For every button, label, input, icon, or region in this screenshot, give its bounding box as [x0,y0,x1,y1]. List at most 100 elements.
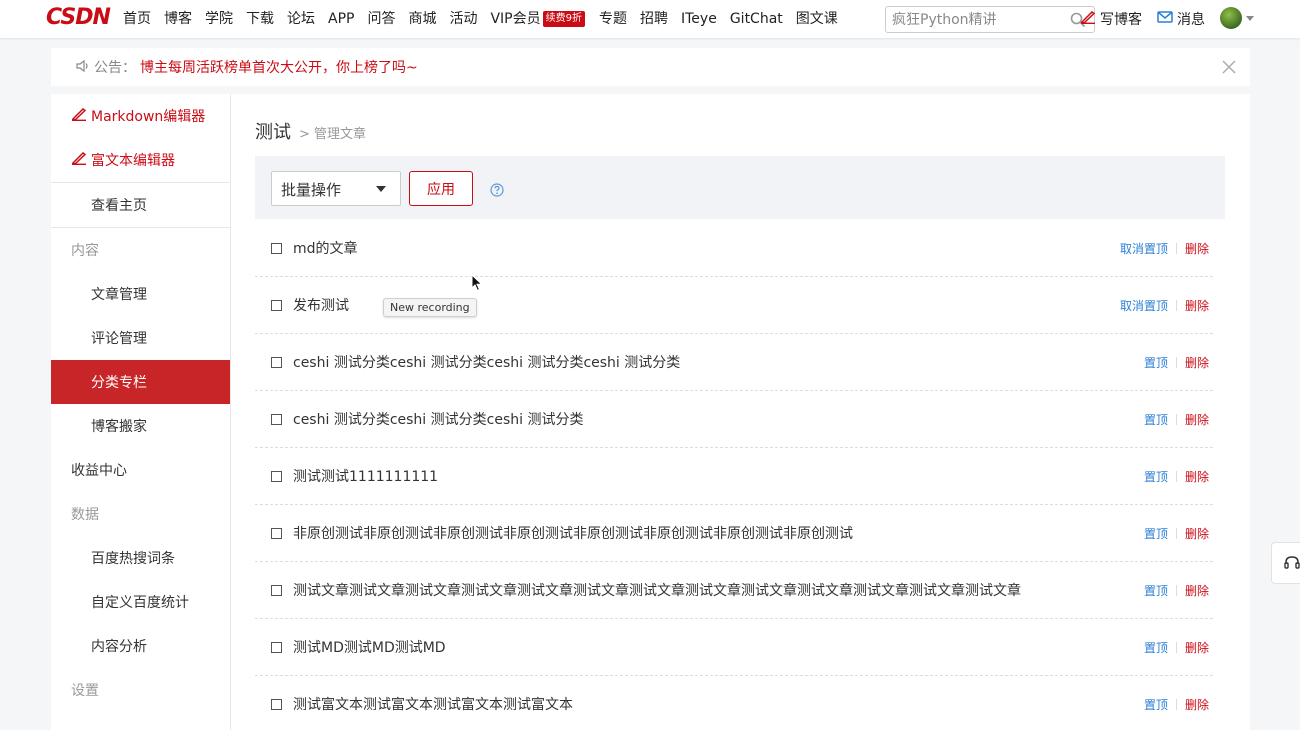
nav-link-iteye[interactable]: ITeye [681,0,717,38]
announcement-link[interactable]: 博主每周活跃榜单首次大公开，你上榜了吗~ [140,57,418,77]
unpin-link[interactable]: 取消置顶 [1120,297,1168,314]
sidebar-item-income[interactable]: 收益中心 [51,448,230,492]
vip-badge: 续费9折 [542,11,585,27]
sidebar-item-view-home[interactable]: 查看主页 [51,183,230,227]
pen-icon [71,151,91,169]
floating-service-button[interactable] [1271,542,1300,584]
nav-link-jobs[interactable]: 招聘 [640,0,668,38]
nav-link-download[interactable]: 下载 [246,0,274,38]
sidebar-item-categories[interactable]: 分类专栏 [51,360,230,404]
delete-link[interactable]: 删除 [1185,468,1209,485]
delete-link[interactable]: 删除 [1185,639,1209,656]
row-checkbox[interactable] [271,527,282,539]
table-row: md的文章 取消置顶 删除 [255,220,1213,277]
nav-link-qa[interactable]: 问答 [367,0,395,38]
messages-label: 消息 [1177,12,1205,28]
sidebar-item-markdown-editor[interactable]: Markdown编辑器 [51,94,230,138]
close-icon[interactable] [1222,59,1236,78]
row-checkbox[interactable] [271,413,282,425]
pin-link[interactable]: 置顶 [1144,468,1168,485]
nav-link-mall[interactable]: 商城 [408,0,436,38]
unpin-link[interactable]: 取消置顶 [1120,240,1168,257]
search-box [885,6,1095,33]
nav-link-app[interactable]: APP [328,0,354,38]
delete-link[interactable]: 删除 [1185,411,1209,428]
bulk-action-select[interactable]: 批量操作 [271,171,401,206]
sidebar-item-richtext-editor[interactable]: 富文本编辑器 [51,138,230,182]
write-blog-button[interactable]: 写博客 [1080,0,1142,38]
nav-link-academy[interactable]: 学院 [205,0,233,38]
page-title[interactable]: 测试 [255,118,291,144]
row-checkbox[interactable] [271,698,282,710]
nav-link-tuwenke[interactable]: 图文课 [796,0,838,38]
sidebar-item-label: 富文本编辑器 [91,153,175,169]
article-title[interactable]: ceshi 测试分类ceshi 测试分类ceshi 测试分类ceshi 测试分类 [293,352,680,372]
table-row: ceshi 测试分类ceshi 测试分类ceshi 测试分类ceshi 测试分类… [255,334,1213,391]
table-row: 测试MD测试MD测试MD 置顶 删除 [255,619,1213,676]
nav-link-forum[interactable]: 论坛 [287,0,315,38]
nav-links: 首页 博客 学院 下载 论坛 APP 问答 商城 活动 VIP会员 续费9折 专… [123,0,851,38]
sidebar-heading-settings: 设置 [71,683,99,699]
nav-link-gitchat[interactable]: GitChat [730,0,783,38]
nav-link-blog[interactable]: 博客 [164,0,192,38]
table-row: 测试测试1111111111 置顶 删除 [255,448,1213,505]
pin-link[interactable]: 置顶 [1144,582,1168,599]
delete-link[interactable]: 删除 [1185,525,1209,542]
nav-link-topics[interactable]: 专题 [599,0,627,38]
article-list: md的文章 取消置顶 删除 发布测试 取消置顶 删除 ceshi 测试分类ces… [255,220,1213,730]
nav-link-vip[interactable]: VIP会员 [490,0,540,38]
row-checkbox[interactable] [271,641,282,653]
article-title[interactable]: 测试MD测试MD测试MD [293,637,446,657]
sidebar-item-baidu-stats[interactable]: 自定义百度统计 [51,580,230,624]
pin-link[interactable]: 置顶 [1144,354,1168,371]
delete-link[interactable]: 删除 [1185,240,1209,257]
article-title[interactable]: 非原创测试非原创测试非原创测试非原创测试非原创测试非原创测试非原创测试非原创测试 [293,523,853,543]
announcement-bar: 公告： 博主每周活跃榜单首次大公开，你上榜了吗~ [51,48,1250,86]
row-checkbox[interactable] [271,242,282,254]
article-title[interactable]: 测试文章测试文章测试文章测试文章测试文章测试文章测试文章测试文章测试文章测试文章… [293,580,1021,600]
sidebar-item-content-analysis[interactable]: 内容分析 [51,624,230,668]
article-title[interactable]: 测试测试1111111111 [293,466,438,486]
delete-link[interactable]: 删除 [1185,354,1209,371]
pin-link[interactable]: 置顶 [1144,411,1168,428]
search-input[interactable] [892,7,1062,32]
row-checkbox[interactable] [271,356,282,368]
main-panel: 测试 > 管理文章 批量操作 应用 md的文章 取消置顶 删除 发布测试 取消置… [231,94,1250,730]
row-actions: 置顶 删除 [1144,505,1209,562]
table-row: 非原创测试非原创测试非原创测试非原创测试非原创测试非原创测试非原创测试非原创测试… [255,505,1213,562]
delete-link[interactable]: 删除 [1185,297,1209,314]
row-checkbox[interactable] [271,584,282,596]
sidebar-item-blog-move[interactable]: 博客搬家 [51,404,230,448]
csdn-logo[interactable]: CSDN [46,7,111,29]
write-blog-label: 写博客 [1100,12,1142,28]
row-actions: 置顶 删除 [1144,448,1209,505]
row-checkbox[interactable] [271,299,282,311]
announcement-label: 公告： [94,60,136,76]
divider [1175,699,1177,710]
pin-link[interactable]: 置顶 [1144,639,1168,656]
sidebar-item-comments[interactable]: 评论管理 [51,316,230,360]
nav-link-home[interactable]: 首页 [123,0,151,38]
article-title[interactable]: 测试富文本测试富文本测试富文本测试富文本 [293,694,573,714]
messages-button[interactable]: 消息 [1157,0,1205,38]
sidebar-item-baidu-hot[interactable]: 百度热搜词条 [51,536,230,580]
pin-link[interactable]: 置顶 [1144,696,1168,713]
help-icon[interactable] [490,182,504,201]
sidebar-item-articles[interactable]: 文章管理 [51,272,230,316]
row-checkbox[interactable] [271,470,282,482]
row-actions: 置顶 删除 [1144,334,1209,391]
table-row: 测试文章测试文章测试文章测试文章测试文章测试文章测试文章测试文章测试文章测试文章… [255,562,1213,619]
article-title[interactable]: md的文章 [293,238,358,258]
delete-link[interactable]: 删除 [1185,582,1209,599]
pin-link[interactable]: 置顶 [1144,525,1168,542]
tooltip: New recording [383,298,477,317]
chevron-down-icon[interactable] [1246,16,1254,21]
apply-button[interactable]: 应用 [409,171,473,206]
divider [1175,414,1177,425]
article-title[interactable]: ceshi 测试分类ceshi 测试分类ceshi 测试分类 [293,409,583,429]
nav-link-events[interactable]: 活动 [449,0,477,38]
avatar[interactable] [1220,7,1242,29]
delete-link[interactable]: 删除 [1185,696,1209,713]
sidebar-heading-data: 数据 [71,507,99,523]
article-title[interactable]: 发布测试 [293,295,349,315]
